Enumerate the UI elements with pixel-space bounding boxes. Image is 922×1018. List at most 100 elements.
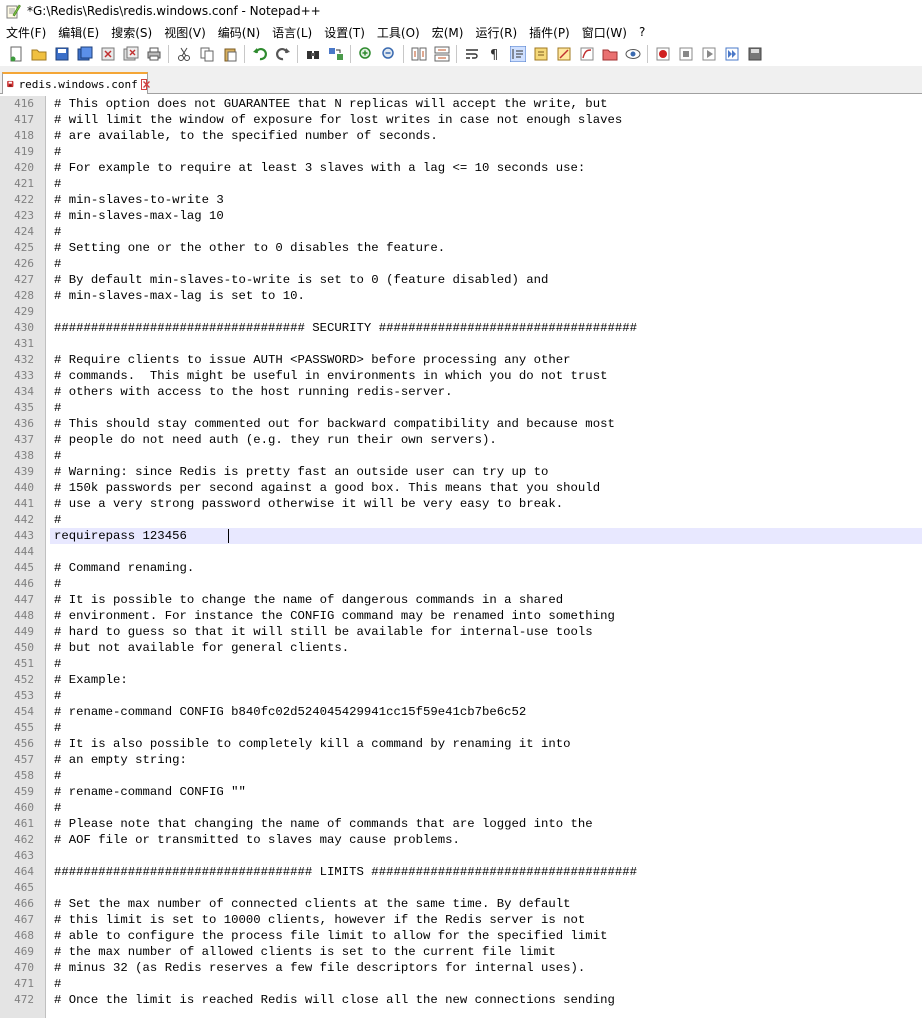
line-content-area[interactable]: # By default min-slaves-to-write is set … [50,272,922,288]
line-content-area[interactable] [50,544,922,560]
line-content-area[interactable]: # are available, to the specified number… [50,128,922,144]
line-content-area[interactable]: # [50,512,922,528]
editor-line[interactable]: 434 # others with access to the host runn… [0,384,922,400]
redo-button[interactable] [274,45,292,63]
editor-line[interactable]: 464 ################################### L… [0,864,922,880]
line-content-area[interactable]: # rename-command CONFIG b840fc02d5240454… [50,704,922,720]
line-content-area[interactable]: # [50,656,922,672]
menu-item-7[interactable]: 工具(O) [371,24,426,41]
editor-line[interactable]: 432 # Require clients to issue AUTH <PASS… [0,352,922,368]
open-file-button[interactable] [30,45,48,63]
play-macro-button[interactable] [700,45,718,63]
editor-line[interactable]: 455 # [0,720,922,736]
line-content-area[interactable]: # [50,448,922,464]
line-content-area[interactable]: # 150k passwords per second against a go… [50,480,922,496]
line-content-area[interactable]: # It is also possible to completely kill… [50,736,922,752]
line-content-area[interactable]: # This option does not GUARANTEE that N … [50,96,922,112]
menu-item-1[interactable]: 编辑(E) [52,24,105,41]
editor-line[interactable]: 459 # rename-command CONFIG "" [0,784,922,800]
menu-item-3[interactable]: 视图(V) [158,24,212,41]
line-content-area[interactable]: # This should stay commented out for bac… [50,416,922,432]
line-content-area[interactable]: # able to configure the process file lim… [50,928,922,944]
save-file-button[interactable] [53,45,71,63]
editor-line[interactable]: 462 # AOF file or transmitted to slaves m… [0,832,922,848]
line-content-area[interactable]: # For example to require at least 3 slav… [50,160,922,176]
editor-line[interactable]: 453 # [0,688,922,704]
text-editor[interactable]: 416 # This option does not GUARANTEE that… [0,96,922,1018]
line-content-area[interactable]: # [50,800,922,816]
document-map-button[interactable] [555,45,573,63]
line-content-area[interactable]: # [50,400,922,416]
print-button[interactable] [145,45,163,63]
menu-item-5[interactable]: 语言(L) [266,24,318,41]
line-content-area[interactable]: # [50,720,922,736]
line-content-area[interactable]: # [50,976,922,992]
editor-line[interactable]: 433 # commands. This might be useful in e… [0,368,922,384]
line-content-area[interactable]: # commands. This might be useful in envi… [50,368,922,384]
line-content-area[interactable] [50,848,922,864]
menu-item-0[interactable]: 文件(F) [0,24,52,41]
line-content-area[interactable]: ################################### LIMI… [50,864,922,880]
editor-line[interactable]: 451 # [0,656,922,672]
menu-item-6[interactable]: 设置(T) [318,24,371,41]
sync-vertical-button[interactable] [410,45,428,63]
line-content-area[interactable]: # the max number of allowed clients is s… [50,944,922,960]
editor-line[interactable]: 468 # able to configure the process file … [0,928,922,944]
editor-line[interactable]: 467 # this limit is set to 10000 clients,… [0,912,922,928]
editor-line[interactable]: 465 [0,880,922,896]
editor-line[interactable]: 450 # but not available for general clien… [0,640,922,656]
menu-item-8[interactable]: 宏(M) [426,24,470,41]
copy-button[interactable] [198,45,216,63]
editor-line[interactable]: 436 # This should stay commented out for … [0,416,922,432]
editor-line[interactable]: 440 # 150k passwords per second against a… [0,480,922,496]
line-content-area[interactable]: # Warning: since Redis is pretty fast an… [50,464,922,480]
menu-item-12[interactable]: ? [633,25,651,39]
line-content-area[interactable] [50,304,922,320]
save-all-button[interactable] [76,45,94,63]
editor-line[interactable]: 446 # [0,576,922,592]
line-content-area[interactable]: # [50,144,922,160]
record-macro-button[interactable] [654,45,672,63]
line-content-area[interactable]: # [50,576,922,592]
editor-line[interactable]: 461 # Please note that changing the name … [0,816,922,832]
indent-guide-button[interactable] [509,45,527,63]
menu-item-2[interactable]: 搜索(S) [105,24,158,41]
line-content-area[interactable]: # an empty string: [50,752,922,768]
line-content-area[interactable]: # It is possible to change the name of d… [50,592,922,608]
line-content-area[interactable] [50,880,922,896]
editor-line[interactable]: 457 # an empty string: [0,752,922,768]
line-content-area[interactable]: # AOF file or transmitted to slaves may … [50,832,922,848]
stop-recording-button[interactable] [677,45,695,63]
editor-line[interactable]: 438 # [0,448,922,464]
menu-item-9[interactable]: 运行(R) [469,24,523,41]
editor-line[interactable]: 456 # It is also possible to completely k… [0,736,922,752]
line-content-area[interactable]: # [50,176,922,192]
word-wrap-button[interactable] [463,45,481,63]
line-content-area[interactable]: # Please note that changing the name of … [50,816,922,832]
editor-line[interactable]: 424 # [0,224,922,240]
editor-line[interactable]: 427 # By default min-slaves-to-write is s… [0,272,922,288]
line-content-area[interactable]: # [50,256,922,272]
editor-line[interactable]: 437 # people do not need auth (e.g. they … [0,432,922,448]
editor-line[interactable]: 471 # [0,976,922,992]
line-content-area[interactable]: # this limit is set to 10000 clients, ho… [50,912,922,928]
editor-line[interactable]: 441 # use a very strong password otherwis… [0,496,922,512]
editor-line[interactable]: 469 # the max number of allowed clients i… [0,944,922,960]
tab-redis-windows-conf[interactable]: redis.windows.conf [2,72,150,94]
monitoring-button[interactable] [624,45,642,63]
line-content-area[interactable]: # [50,224,922,240]
line-content-area[interactable]: # environment. For instance the CONFIG c… [50,608,922,624]
line-content-area[interactable]: # min-slaves-max-lag 10 [50,208,922,224]
undo-button[interactable] [251,45,269,63]
editor-line[interactable]: 445 # Command renaming. [0,560,922,576]
line-content-area[interactable]: # Once the limit is reached Redis will c… [50,992,922,1008]
editor-line[interactable]: 435 # [0,400,922,416]
editor-line[interactable]: 431 [0,336,922,352]
line-content-area[interactable]: # Example: [50,672,922,688]
line-content-area[interactable]: # min-slaves-to-write 3 [50,192,922,208]
editor-line[interactable]: 449 # hard to guess so that it will still… [0,624,922,640]
editor-line[interactable]: 470 # minus 32 (as Redis reserves a few f… [0,960,922,976]
function-list-button[interactable] [578,45,596,63]
line-content-area[interactable]: # rename-command CONFIG "" [50,784,922,800]
line-content-area[interactable] [50,336,922,352]
